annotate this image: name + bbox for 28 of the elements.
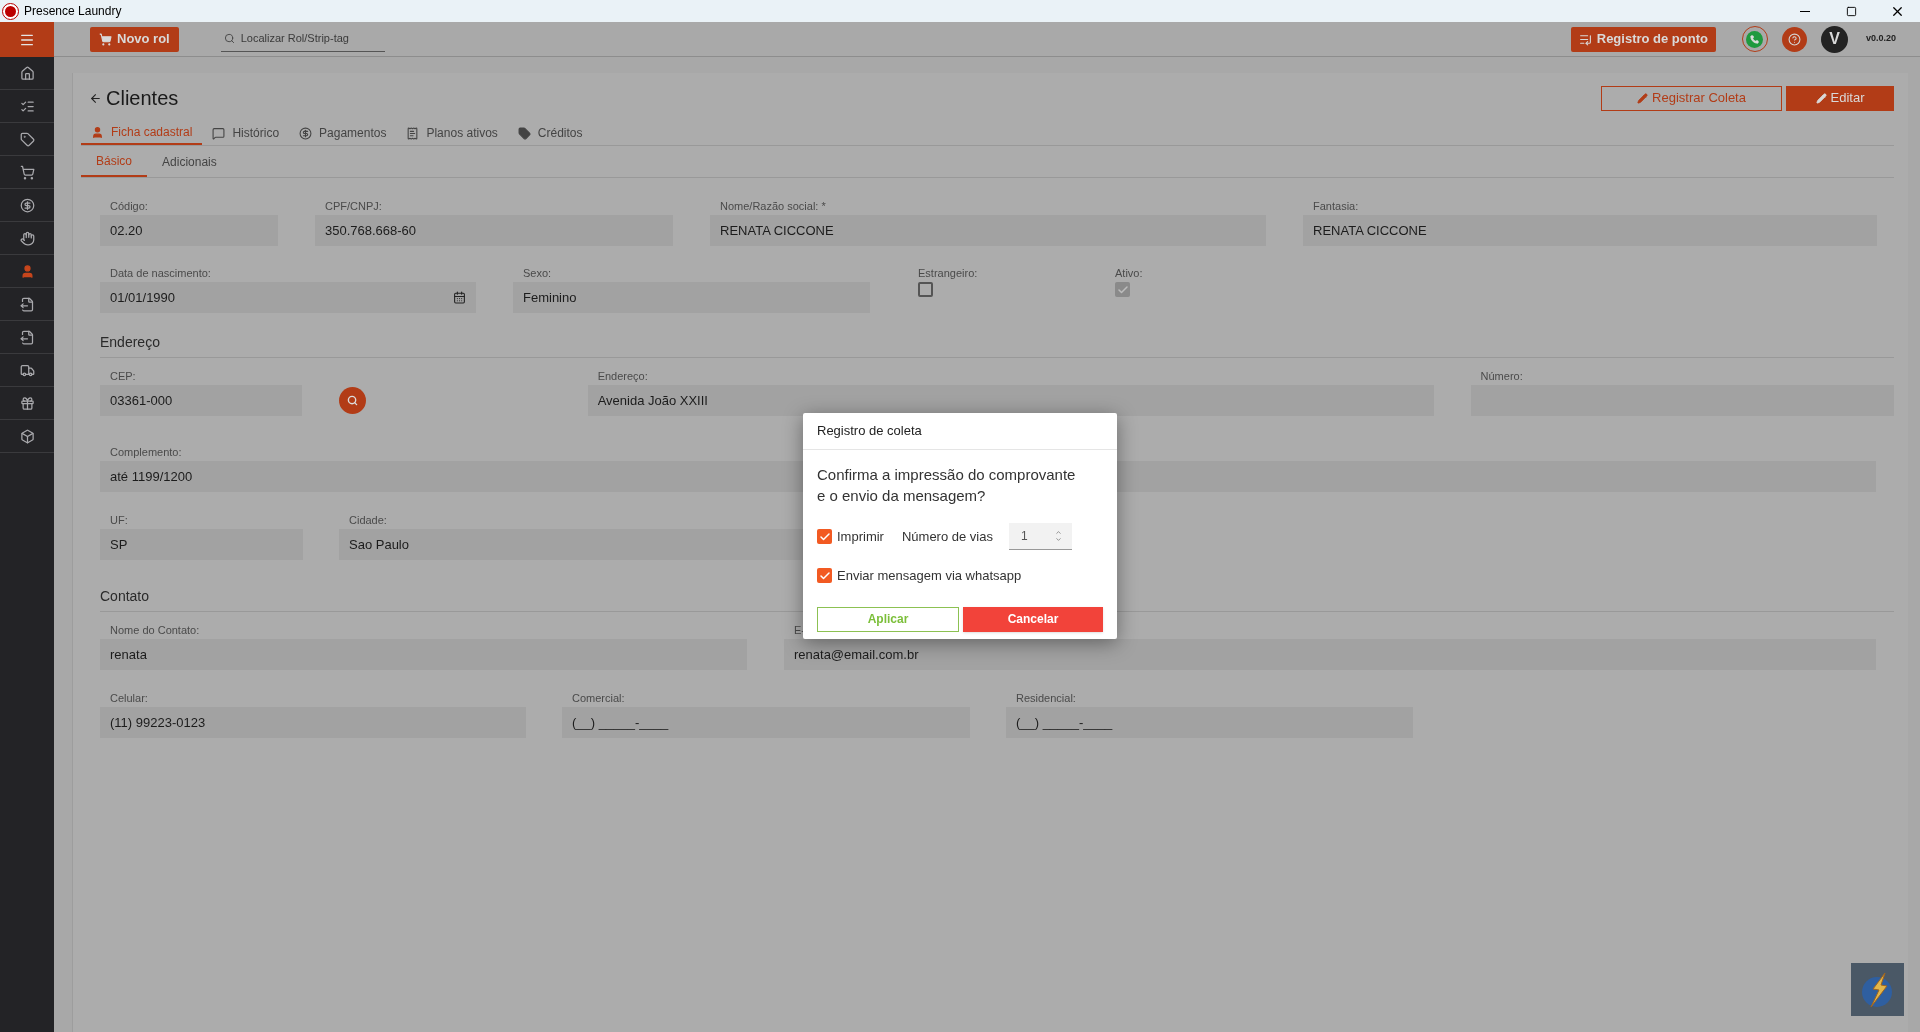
dialog-message: Confirma a impressão do comprovante e o envio da mensagem? (817, 465, 1077, 506)
field-label: UF: (109, 513, 129, 526)
checkbox-label: Enviar mensagem via whatsapp (837, 567, 1022, 585)
field-label: Número: (1479, 369, 1524, 382)
field-label: E- (793, 623, 806, 636)
checkbox-label: Imprimir (837, 527, 884, 546)
field-label: Cidade: (348, 513, 388, 526)
field-label: CEP: (109, 369, 137, 382)
field-label: Data de nascimento: (109, 266, 212, 279)
field-label: Endereço: (596, 369, 649, 382)
version-label: v0.0.20 (1865, 32, 1896, 46)
field-label: Sexo: (522, 266, 553, 279)
field-label: Residencial: (1015, 691, 1077, 704)
field-label: Fantasia: (1312, 199, 1360, 212)
field-label: Ativo: (1115, 266, 1144, 279)
field-label: Nome do Contato: (109, 623, 201, 636)
field-label: Código: (109, 199, 149, 212)
field-label: Estrangeiro: (918, 266, 979, 279)
page-title: Clientes (106, 86, 179, 111)
field-label: Nome/Razão social: * (719, 199, 827, 212)
window-title: Presence Laundry (24, 3, 122, 20)
field-label: Celular: (109, 691, 149, 704)
dialog-title: Registro de coleta (817, 422, 922, 441)
section-title: Endereço (100, 332, 1894, 358)
field-label: CPF/CNPJ: (324, 199, 383, 212)
field-label: Comercial: (571, 691, 626, 704)
field-label: Número de vias (901, 527, 993, 546)
field-label: Complemento: (109, 445, 183, 458)
